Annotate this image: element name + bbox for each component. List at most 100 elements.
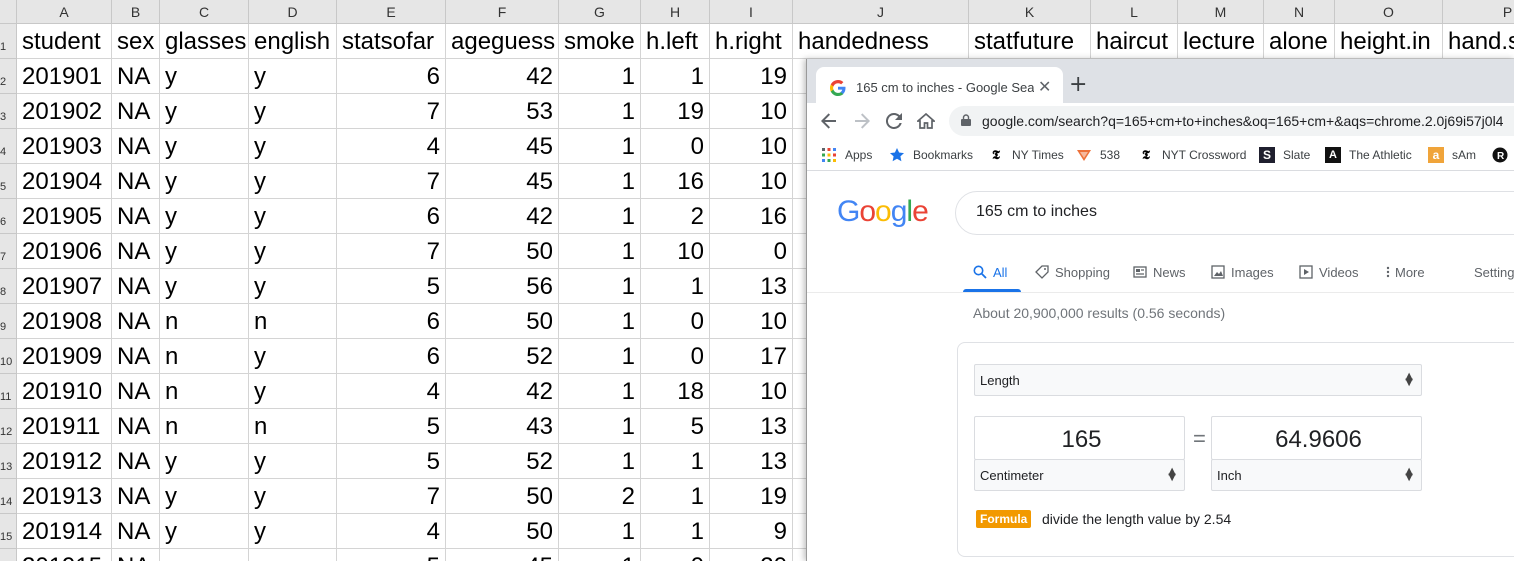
column-header[interactable]: I [710,0,793,24]
row-header[interactable]: 8 [0,269,17,304]
header-cell[interactable]: ageguess [446,24,559,59]
header-cell[interactable]: alone [1264,24,1335,59]
column-header[interactable]: A [17,0,112,24]
header-cell[interactable]: hand.s [1443,24,1514,59]
table-cell[interactable]: 1 [559,234,641,269]
table-cell[interactable]: 1 [641,479,710,514]
table-cell[interactable]: 1 [559,549,641,561]
table-cell[interactable]: 201902 [17,94,112,129]
column-header[interactable]: B [112,0,160,24]
table-cell[interactable]: y [160,94,249,129]
reload-icon[interactable] [882,109,906,133]
table-cell[interactable]: 13 [710,409,793,444]
row-header[interactable]: 13 [0,444,17,479]
row-header[interactable]: 12 [0,409,17,444]
table-cell[interactable]: 42 [446,59,559,94]
table-cell[interactable]: NA [112,269,160,304]
table-cell[interactable]: 201904 [17,164,112,199]
table-cell[interactable]: 20 [710,549,793,561]
table-cell[interactable]: 1 [641,59,710,94]
select-all-corner[interactable] [0,0,17,24]
tab-shopping[interactable]: Shopping [1035,261,1110,283]
table-cell[interactable]: 6 [337,59,446,94]
tab-settings[interactable]: Settings [1474,261,1514,283]
table-cell[interactable]: 1 [559,164,641,199]
column-header[interactable]: N [1264,0,1335,24]
table-cell[interactable]: 5 [337,444,446,479]
table-cell[interactable]: y [160,514,249,549]
row-header[interactable]: 5 [0,164,17,199]
table-cell[interactable]: y [249,374,337,409]
table-cell[interactable]: NA [112,514,160,549]
row-header[interactable]: 9 [0,304,17,339]
home-icon[interactable] [914,109,938,133]
from-unit-select[interactable]: Centimeter ▲ ▼ [974,459,1185,491]
header-cell[interactable]: statsofar [337,24,446,59]
table-cell[interactable]: 10 [710,94,793,129]
header-cell[interactable]: haircut [1091,24,1178,59]
table-cell[interactable]: 201915 [17,549,112,561]
table-cell[interactable]: y [249,339,337,374]
bookmark-nyt-crossword[interactable]: 𝕿 NYT Crossword [1138,145,1246,165]
table-cell[interactable]: 45 [446,129,559,164]
table-cell[interactable]: 7 [337,164,446,199]
column-header[interactable]: E [337,0,446,24]
search-box[interactable] [955,191,1514,235]
table-cell[interactable]: 201908 [17,304,112,339]
table-cell[interactable]: 6 [337,339,446,374]
table-cell[interactable]: y [249,94,337,129]
table-cell[interactable]: 43 [446,409,559,444]
table-cell[interactable]: 1 [559,409,641,444]
table-cell[interactable]: 18 [641,374,710,409]
bookmark-the-athletic[interactable]: A The Athletic [1325,145,1412,165]
table-cell[interactable]: n [249,304,337,339]
column-header[interactable]: J [793,0,969,24]
row-header[interactable]: 2 [0,59,17,94]
table-cell[interactable]: 0 [710,234,793,269]
table-cell[interactable]: 1 [559,514,641,549]
table-cell[interactable]: y [249,269,337,304]
table-cell[interactable]: 10 [641,234,710,269]
row-header[interactable]: 10 [0,339,17,374]
table-cell[interactable]: NA [112,59,160,94]
forward-arrow-icon[interactable] [850,109,874,133]
table-cell[interactable]: NA [112,199,160,234]
table-cell[interactable]: 0 [641,549,710,561]
table-cell[interactable]: 2 [559,479,641,514]
table-cell[interactable]: n [160,374,249,409]
table-cell[interactable]: 7 [337,479,446,514]
to-value-input[interactable] [1212,425,1425,455]
tab-images[interactable]: Images [1211,261,1274,283]
row-header[interactable]: 16 [0,549,17,561]
table-cell[interactable]: 1 [641,514,710,549]
table-cell[interactable]: 201905 [17,199,112,234]
table-cell[interactable]: NA [112,549,160,561]
table-cell[interactable]: 42 [446,199,559,234]
search-input[interactable] [974,202,1478,222]
table-cell[interactable]: n [160,304,249,339]
table-cell[interactable] [160,549,249,561]
table-cell[interactable]: 1 [559,269,641,304]
column-header[interactable]: D [249,0,337,24]
table-cell[interactable]: y [249,164,337,199]
header-cell[interactable]: smoke [559,24,641,59]
table-cell[interactable]: 1 [559,199,641,234]
table-cell[interactable]: NA [112,94,160,129]
table-cell[interactable]: 45 [446,549,559,561]
table-cell[interactable]: 1 [641,269,710,304]
table-cell[interactable]: 201914 [17,514,112,549]
table-cell[interactable]: y [249,59,337,94]
row-header[interactable]: 6 [0,199,17,234]
header-cell[interactable]: h.right [710,24,793,59]
table-cell[interactable]: 50 [446,514,559,549]
column-header[interactable]: H [641,0,710,24]
column-header[interactable]: F [446,0,559,24]
row-header[interactable]: 1 [0,24,17,59]
table-cell[interactable]: 42 [446,374,559,409]
table-cell[interactable]: 50 [446,304,559,339]
bookmark-538[interactable]: 538 [1076,145,1120,165]
table-cell[interactable]: 9 [710,514,793,549]
new-tab-button[interactable]: + [1069,73,1087,97]
table-cell[interactable]: 1 [559,339,641,374]
table-cell[interactable]: n [160,339,249,374]
